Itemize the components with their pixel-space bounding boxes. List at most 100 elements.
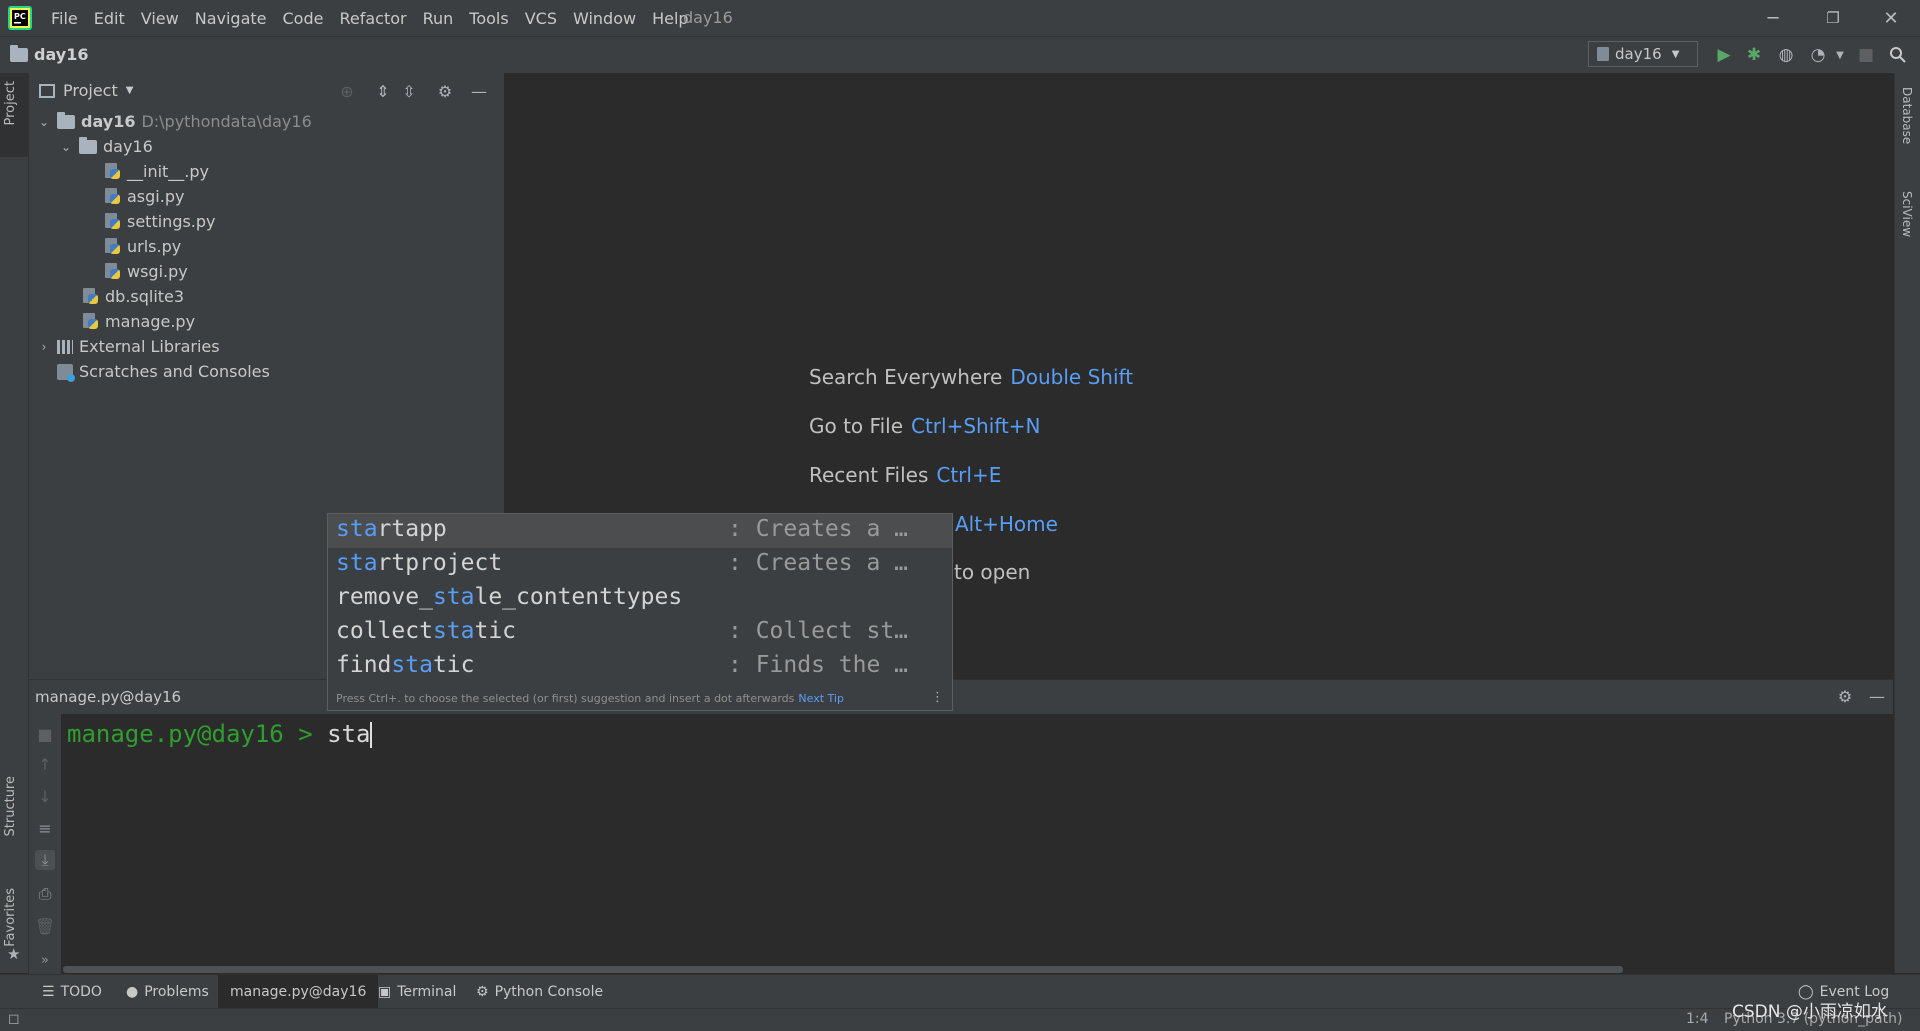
debug-icon[interactable]: ✱ xyxy=(1742,43,1766,67)
scroll-to-end-icon[interactable]: ⤓ xyxy=(35,850,55,870)
right-tool-strip: Database SciView xyxy=(1894,73,1920,973)
tree-item-scratches[interactable]: Scratches and Consoles xyxy=(57,359,270,384)
minimize-icon[interactable]: — xyxy=(469,81,489,101)
sciview-tool-tab[interactable]: SciView xyxy=(1900,191,1914,237)
python-file-icon xyxy=(105,262,121,281)
horizontal-scrollbar[interactable] xyxy=(63,966,1623,973)
more-icon[interactable]: » xyxy=(35,950,55,970)
gear-icon[interactable]: ⚙ xyxy=(1835,686,1855,706)
tree-item-file[interactable]: asgi.py xyxy=(105,184,184,209)
menu-code[interactable]: Code xyxy=(275,9,332,28)
menu-refactor[interactable]: Refactor xyxy=(331,9,414,28)
panel-toggle-icon[interactable]: ◻ xyxy=(8,1011,20,1027)
tree-item-label: wsgi.py xyxy=(127,262,188,281)
chevron-down-icon[interactable]: ⌄ xyxy=(59,140,73,154)
tree-item-label: Scratches and Consoles xyxy=(79,362,270,381)
arrow-down-icon[interactable]: ↓ xyxy=(35,786,55,806)
completion-item[interactable]: findstatic : Finds the … xyxy=(328,650,952,684)
tab-python-console[interactable]: ⚙ Python Console xyxy=(464,975,615,1009)
manage-py-console[interactable]: ■ ↑ ↓ ≡ ⤓ ⎙ 🗑 » manage.py@day16 > sta xyxy=(29,714,1893,974)
bottom-tool-tabs: ☰ TODO ● Problems manage.py@day16 ▣ Termina… xyxy=(0,974,1920,1009)
breadcrumb-project[interactable]: day16 xyxy=(34,45,88,64)
gear-icon[interactable]: ⚙ xyxy=(435,81,455,101)
breadcrumb[interactable]: day16 xyxy=(10,44,88,64)
tree-item-external-libraries[interactable]: › External Libraries xyxy=(37,334,220,359)
next-tip-link[interactable]: Next Tip xyxy=(798,692,844,705)
menu-window[interactable]: Window xyxy=(565,9,644,28)
chevron-down-icon[interactable]: ▼ xyxy=(1828,43,1852,67)
minimize-window-button[interactable]: ─ xyxy=(1744,0,1802,36)
tab-todo[interactable]: ☰ TODO xyxy=(30,975,114,1009)
search-icon[interactable] xyxy=(1886,43,1910,67)
profile-icon[interactable]: ◔ xyxy=(1806,43,1830,67)
restore-window-button[interactable]: ❐ xyxy=(1804,0,1862,36)
project-view-select[interactable]: Project ▼ xyxy=(39,81,133,100)
coverage-icon[interactable]: ◍ xyxy=(1774,43,1798,67)
favorites-tool-tab[interactable]: Favorites xyxy=(3,888,18,947)
database-tool-tab[interactable]: Database xyxy=(1900,87,1914,144)
expand-all-icon[interactable]: ⇕ xyxy=(373,81,393,101)
tree-item-folder[interactable]: ⌄ day16 xyxy=(59,134,153,159)
menu-file[interactable]: File xyxy=(43,9,86,28)
svg-text:PC: PC xyxy=(14,12,26,21)
tab-label: Problems xyxy=(144,984,209,1000)
tree-item-label: External Libraries xyxy=(79,337,220,356)
completion-text: rtproject xyxy=(377,550,503,576)
tab-label: TODO xyxy=(60,984,102,1000)
tree-item-file[interactable]: settings.py xyxy=(105,209,216,234)
scratches-icon xyxy=(57,363,75,382)
tab-run[interactable]: manage.py@day16 xyxy=(218,975,379,1009)
caret-position[interactable]: 1:4 xyxy=(1686,1011,1709,1027)
tree-item-file[interactable]: wsgi.py xyxy=(105,259,188,284)
navigation-bar: day16 day16 ▼ ▶ ✱ ◍ ◔ ▼ ■ xyxy=(0,36,1920,74)
menu-view[interactable]: View xyxy=(133,9,187,28)
arrow-up-icon[interactable]: ↑ xyxy=(35,754,55,774)
pycharm-logo-icon[interactable]: PC xyxy=(8,6,32,30)
soft-wrap-icon[interactable]: ≡ xyxy=(35,818,55,838)
tree-item-file[interactable]: db.sqlite3 xyxy=(83,284,184,309)
chevron-down-icon[interactable]: ⌄ xyxy=(37,115,51,129)
main-menu: File Edit View Navigate Code Refactor Ru… xyxy=(43,0,697,36)
menu-tools[interactable]: Tools xyxy=(461,9,516,28)
library-icon xyxy=(57,339,73,354)
completion-match: sta xyxy=(336,550,378,576)
structure-tool-tab[interactable]: Structure xyxy=(3,776,18,836)
status-bar: ◻ 1:4 Python 3.7 (python_path) CSDN @小雨凉… xyxy=(0,1002,1920,1031)
completion-text: tic xyxy=(432,652,475,678)
completion-item[interactable]: startproject : Creates a … xyxy=(328,548,952,582)
completion-description: : Collect st… xyxy=(728,618,909,644)
tree-item-file[interactable]: manage.py xyxy=(83,309,195,334)
print-icon[interactable]: ⎙ xyxy=(35,884,55,904)
tree-item-file[interactable]: urls.py xyxy=(105,234,181,259)
tab-problems[interactable]: ● Problems xyxy=(114,975,221,1009)
close-window-button[interactable]: ✕ xyxy=(1862,0,1920,36)
console-input-line[interactable]: manage.py@day16 > sta xyxy=(67,720,373,748)
minimize-icon[interactable]: — xyxy=(1867,686,1887,706)
run-panel-tab[interactable]: manage.py@day16 xyxy=(35,688,181,706)
menu-navigate[interactable]: Navigate xyxy=(187,9,275,28)
tree-item-file[interactable]: __init__.py xyxy=(105,159,209,184)
run-icon[interactable]: ▶ xyxy=(1712,43,1736,67)
stop-icon[interactable]: ■ xyxy=(1854,43,1878,67)
stop-icon[interactable]: ■ xyxy=(35,724,55,744)
completion-item[interactable]: startapp : Creates a … xyxy=(328,514,952,548)
completion-item[interactable]: collectstatic : Collect st… xyxy=(328,616,952,650)
more-options-icon[interactable]: ⋮ xyxy=(931,690,944,705)
completion-match: sta xyxy=(391,652,433,678)
locate-icon[interactable]: ⊕ xyxy=(337,81,357,101)
hint-shortcut: Ctrl+E xyxy=(936,463,1002,487)
run-configuration-select[interactable]: day16 ▼ xyxy=(1588,41,1698,67)
database-file-icon xyxy=(83,287,99,306)
completion-item[interactable]: remove_stale_contenttypes xyxy=(328,582,952,616)
menu-vcs[interactable]: VCS xyxy=(517,9,565,28)
tab-terminal[interactable]: ▣ Terminal xyxy=(366,975,468,1009)
chevron-right-icon[interactable]: › xyxy=(37,340,51,354)
project-tool-tab[interactable]: Project xyxy=(3,81,18,125)
completion-match: sta xyxy=(432,618,475,644)
menu-edit[interactable]: Edit xyxy=(86,9,133,28)
tree-item-root[interactable]: ⌄ day16 D:\pythondata\day16 xyxy=(37,109,312,134)
trash-icon[interactable]: 🗑 xyxy=(35,916,55,936)
collapse-all-icon[interactable]: ⇳ xyxy=(399,81,419,101)
menu-run[interactable]: Run xyxy=(415,9,462,28)
hint-shortcut: Alt+Home xyxy=(955,512,1058,536)
